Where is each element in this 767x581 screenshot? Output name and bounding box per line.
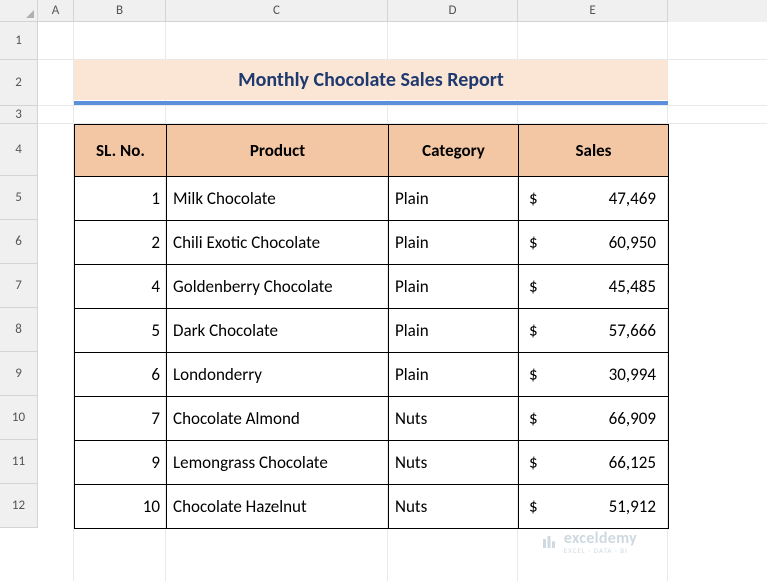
exceldemy-logo-icon <box>540 533 558 551</box>
table-row: 5 Dark Chocolate Plain $57,666 <box>75 309 669 353</box>
report-title-cell[interactable]: Monthly Chocolate Sales Report <box>74 60 668 106</box>
row-header-9[interactable]: 9 <box>0 352 38 396</box>
cell-sl[interactable]: 2 <box>75 221 167 265</box>
currency-symbol: $ <box>529 232 538 253</box>
select-all-corner[interactable] <box>0 0 38 22</box>
cell-sales[interactable]: $51,912 <box>519 485 669 529</box>
cell-product[interactable]: Chocolate Almond <box>167 397 389 441</box>
cell-category[interactable]: Plain <box>389 353 519 397</box>
watermark: exceldemy EXCEL · DATA · BI <box>540 529 637 555</box>
sales-amount: 60,950 <box>525 232 662 253</box>
table-row: 10 Chocolate Hazelnut Nuts $51,912 <box>75 485 669 529</box>
cell-product[interactable]: Goldenberry Chocolate <box>167 265 389 309</box>
sales-amount: 47,469 <box>525 188 662 209</box>
cell-sl[interactable]: 4 <box>75 265 167 309</box>
cell-sl[interactable]: 10 <box>75 485 167 529</box>
cell-category[interactable]: Nuts <box>389 485 519 529</box>
sales-amount: 30,994 <box>525 364 662 385</box>
table-row: 9 Lemongrass Chocolate Nuts $66,125 <box>75 441 669 485</box>
row-header-1[interactable]: 1 <box>0 22 38 60</box>
table-header-row: SL. No. Product Category Sales <box>75 125 669 177</box>
cell-sl[interactable]: 1 <box>75 177 167 221</box>
currency-symbol: $ <box>529 276 538 297</box>
table-row: 2 Chili Exotic Chocolate Plain $60,950 <box>75 221 669 265</box>
cell-product[interactable]: Dark Chocolate <box>167 309 389 353</box>
row-header-2[interactable]: 2 <box>0 60 38 106</box>
table-row: 4 Goldenberry Chocolate Plain $45,485 <box>75 265 669 309</box>
currency-symbol: $ <box>529 452 538 473</box>
currency-symbol: $ <box>529 408 538 429</box>
cell-category[interactable]: Nuts <box>389 441 519 485</box>
cell-sl[interactable]: 9 <box>75 441 167 485</box>
sales-amount: 66,909 <box>525 408 662 429</box>
table-body: 1 Milk Chocolate Plain $47,469 2 Chili E… <box>75 177 669 529</box>
cell-category[interactable]: Nuts <box>389 397 519 441</box>
sales-amount: 57,666 <box>525 320 662 341</box>
sales-table: SL. No. Product Category Sales 1 Milk Ch… <box>74 124 669 529</box>
row-header-3[interactable]: 3 <box>0 106 38 124</box>
cell-category[interactable]: Plain <box>389 221 519 265</box>
currency-symbol: $ <box>529 364 538 385</box>
header-category[interactable]: Category <box>389 125 519 177</box>
row-header-12[interactable]: 12 <box>0 484 38 528</box>
row-header-8[interactable]: 8 <box>0 308 38 352</box>
col-header-D[interactable]: D <box>388 0 518 22</box>
watermark-tagline: EXCEL · DATA · BI <box>564 546 637 555</box>
cell-sales[interactable]: $66,125 <box>519 441 669 485</box>
cell-product[interactable]: Lemongrass Chocolate <box>167 441 389 485</box>
cell-product[interactable]: Milk Chocolate <box>167 177 389 221</box>
report-title: Monthly Chocolate Sales Report <box>238 68 504 92</box>
cell-category[interactable]: Plain <box>389 265 519 309</box>
row-header-4[interactable]: 4 <box>0 124 38 176</box>
cell-category[interactable]: Plain <box>389 177 519 221</box>
title-underline <box>74 101 668 105</box>
currency-symbol: $ <box>529 320 538 341</box>
row-header-6[interactable]: 6 <box>0 220 38 264</box>
row-header-10[interactable]: 10 <box>0 396 38 440</box>
row-header-7[interactable]: 7 <box>0 264 38 308</box>
table-row: 6 Londonderry Plain $30,994 <box>75 353 669 397</box>
cell-sl[interactable]: 5 <box>75 309 167 353</box>
column-headers: A B C D E <box>0 0 767 22</box>
cell-sales[interactable]: $30,994 <box>519 353 669 397</box>
cell-product[interactable]: Londonderry <box>167 353 389 397</box>
cell-category[interactable]: Plain <box>389 309 519 353</box>
cell-sales[interactable]: $57,666 <box>519 309 669 353</box>
row-header-11[interactable]: 11 <box>0 440 38 484</box>
currency-symbol: $ <box>529 496 538 517</box>
currency-symbol: $ <box>529 188 538 209</box>
spreadsheet: A B C D E 1 2 3 4 5 6 7 8 9 10 11 12 Mon… <box>0 0 767 581</box>
cell-sales[interactable]: $66,909 <box>519 397 669 441</box>
table-row: 1 Milk Chocolate Plain $47,469 <box>75 177 669 221</box>
sales-amount: 66,125 <box>525 452 662 473</box>
report-title-bg: Monthly Chocolate Sales Report <box>74 60 668 100</box>
cell-sl[interactable]: 6 <box>75 353 167 397</box>
cell-sales[interactable]: $60,950 <box>519 221 669 265</box>
header-sl[interactable]: SL. No. <box>75 125 167 177</box>
col-header-E[interactable]: E <box>518 0 668 22</box>
col-header-A[interactable]: A <box>38 0 74 22</box>
sales-amount: 45,485 <box>525 276 662 297</box>
sales-amount: 51,912 <box>525 496 662 517</box>
table-row: 7 Chocolate Almond Nuts $66,909 <box>75 397 669 441</box>
row-headers: 1 2 3 4 5 6 7 8 9 10 11 12 <box>0 22 38 528</box>
cell-sales[interactable]: $47,469 <box>519 177 669 221</box>
watermark-text: exceldemy EXCEL · DATA · BI <box>564 529 637 555</box>
cell-product[interactable]: Chili Exotic Chocolate <box>167 221 389 265</box>
cell-sl[interactable]: 7 <box>75 397 167 441</box>
header-product[interactable]: Product <box>167 125 389 177</box>
row-header-5[interactable]: 5 <box>0 176 38 220</box>
cell-sales[interactable]: $45,485 <box>519 265 669 309</box>
cell-product[interactable]: Chocolate Hazelnut <box>167 485 389 529</box>
col-header-C[interactable]: C <box>166 0 388 22</box>
col-header-B[interactable]: B <box>74 0 166 22</box>
header-sales[interactable]: Sales <box>519 125 669 177</box>
